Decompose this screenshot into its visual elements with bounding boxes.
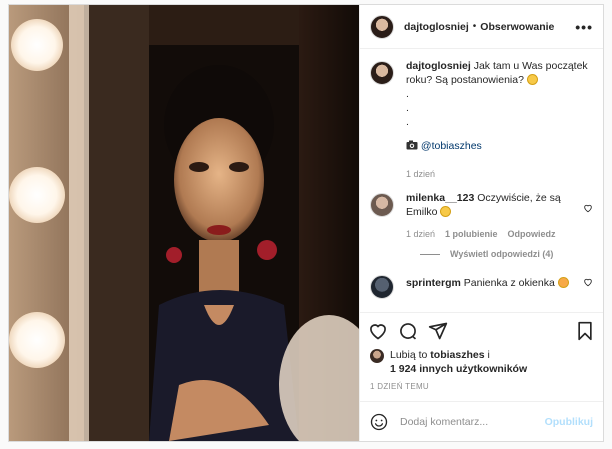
header-separator: • (472, 21, 477, 32)
heart-eyes-emoji-icon (557, 277, 569, 288)
author-username[interactable]: dajtoglosniej (404, 21, 469, 33)
view-replies-label: Wyświetl odpowiedzi (4) (450, 249, 554, 259)
post-card: dajtoglosniej • Obserwowanie ••• dajtogl… (8, 4, 604, 442)
post-header: dajtoglosniej • Obserwowanie ••• (360, 5, 603, 49)
caption-mention-link[interactable]: @tobiaszhes (421, 140, 482, 152)
comment-text: Panienka z okienka (463, 277, 555, 289)
comment-likes-count[interactable]: 1 polubienie (445, 227, 498, 241)
caption-time[interactable]: 1 dzień (406, 167, 435, 181)
post-side-panel: dajtoglosniej • Obserwowanie ••• dajtogl… (359, 5, 603, 441)
like-heart-icon[interactable] (368, 321, 388, 341)
grinning-emoji-icon (440, 206, 452, 217)
view-replies-button[interactable]: Wyświetl odpowiedzi (4) (420, 249, 593, 259)
comment-item: sprintergm Panienka z okienka (370, 273, 593, 299)
likes-prefix: Lubią to (390, 349, 428, 361)
likes-others-count[interactable]: 1 924 innych użytkowników (390, 363, 527, 375)
comments-list: dajtoglosniej Jak tam u Was początek rok… (360, 49, 603, 312)
liker-avatar[interactable] (370, 349, 384, 363)
comment-time[interactable]: 1 dzień (406, 227, 435, 241)
likes-summary: Lubią to tobiaszhes i 1 924 innych użytk… (360, 348, 603, 376)
caption-item: dajtoglosniej Jak tam u Was początek rok… (370, 59, 593, 181)
add-comment-input[interactable] (400, 415, 545, 428)
liker-username[interactable]: tobiaszhes (430, 349, 484, 361)
publish-comment-button[interactable]: Opublikuj (545, 416, 593, 428)
comment-like-heart-icon[interactable] (583, 277, 593, 287)
emoji-picker-icon[interactable] (370, 413, 388, 431)
comment-bubble-icon[interactable] (398, 321, 418, 341)
smiling-emoji-icon (526, 74, 538, 85)
follow-status-button[interactable]: Obserwowanie (480, 21, 554, 33)
caption-avatar[interactable] (370, 61, 394, 85)
commenter-username[interactable]: milenka__123 (406, 192, 474, 204)
camera-icon (406, 140, 418, 150)
post-date[interactable]: 1 DZIEŃ TEMU (360, 376, 603, 401)
caption-dot-1: . (406, 88, 409, 100)
post-photo[interactable] (9, 5, 359, 441)
commenter-avatar[interactable] (370, 193, 394, 217)
likes-conjunction: i (487, 349, 490, 361)
mirror-portrait-image (9, 5, 359, 441)
replies-divider (420, 253, 440, 255)
post-actions-bar (360, 312, 603, 348)
reply-button[interactable]: Odpowiedz (508, 227, 556, 241)
add-comment-bar: Opublikuj (360, 401, 603, 441)
save-bookmark-icon[interactable] (575, 321, 595, 341)
more-options-icon[interactable]: ••• (575, 19, 593, 35)
commenter-username[interactable]: sprintergm (406, 277, 461, 289)
caption-dot-2: . (406, 102, 409, 114)
comment-item: milenka__123 Oczywiście, że są Emilko 1 … (370, 191, 593, 241)
caption-username[interactable]: dajtoglosniej (406, 60, 471, 72)
commenter-avatar[interactable] (370, 275, 394, 299)
author-avatar[interactable] (370, 14, 394, 39)
share-paper-plane-icon[interactable] (428, 321, 448, 341)
caption-dot-3: . (406, 116, 409, 128)
comment-like-heart-icon[interactable] (583, 203, 593, 213)
